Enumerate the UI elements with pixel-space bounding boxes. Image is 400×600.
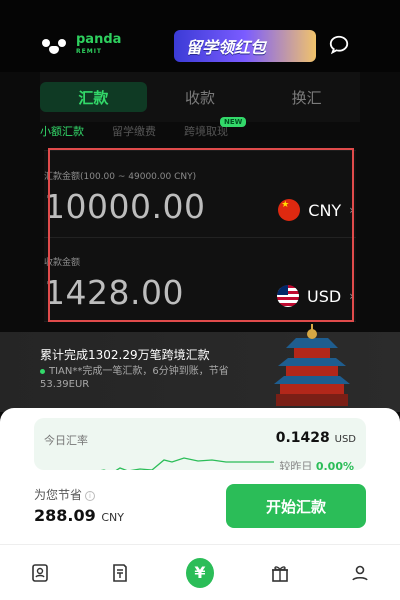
subtab-small-remit[interactable]: 小额汇款 (40, 123, 84, 139)
chat-icon[interactable] (328, 34, 350, 56)
app-screen: panda REMIT 留学领红包 汇款 收款 换汇 小额汇款 留学缴费 跨境取… (0, 0, 400, 600)
savings-section: 为您节省 i 288.09 CNY 开始汇款 (0, 470, 400, 544)
brand-name: panda REMIT (76, 32, 122, 55)
top-bar: panda REMIT 留学领红包 (0, 0, 400, 72)
tab-exchange[interactable]: 换汇 (253, 87, 360, 108)
new-badge: NEW (220, 117, 247, 127)
yuan-icon[interactable]: ¥ (186, 557, 214, 588)
status-dot-icon (40, 368, 45, 374)
info-icon[interactable]: i (85, 490, 96, 501)
rate-compare: 较昨日 0.00% (279, 460, 354, 470)
bill-icon[interactable] (106, 559, 134, 587)
tab-remit[interactable]: 汇款 (40, 82, 147, 112)
stats-detail: TIAN**完成一笔汇款，6分钟到账，节省53.39EUR (40, 366, 229, 390)
profile-icon[interactable] (346, 559, 374, 587)
promo-banner-button[interactable]: 留学领红包 (174, 30, 316, 62)
savings-label: 为您节省 i (34, 486, 96, 503)
rate-sparkline (100, 457, 274, 470)
rate-value: 0.1428 USD (275, 430, 356, 446)
brand-logo: panda REMIT (42, 32, 122, 58)
panda-logo-icon (42, 37, 68, 55)
tab-receive[interactable]: 收款 (147, 87, 254, 108)
annotation-highlight-box (48, 148, 354, 322)
start-remit-button[interactable]: 开始汇款 (226, 484, 366, 528)
exchange-rate-card[interactable]: 今日汇率 0.1428 USD 较昨日 0.00% (34, 418, 366, 470)
subtab-tuition[interactable]: 留学缴费 (112, 123, 156, 139)
gift-icon[interactable] (266, 559, 294, 587)
savings-amount: 288.09 CNY (34, 506, 124, 525)
stats-headline: 累计完成1302.29万笔跨境汇款 (40, 348, 210, 362)
temple-illustration-icon (274, 324, 350, 406)
rate-label: 今日汇率 (44, 434, 88, 447)
sub-tabs: 小额汇款 留学缴费 跨境取现 (40, 118, 360, 144)
main-tabs: 汇款 收款 换汇 (40, 72, 360, 122)
contacts-icon[interactable] (26, 559, 54, 587)
bottom-nav: ¥ (0, 544, 400, 600)
